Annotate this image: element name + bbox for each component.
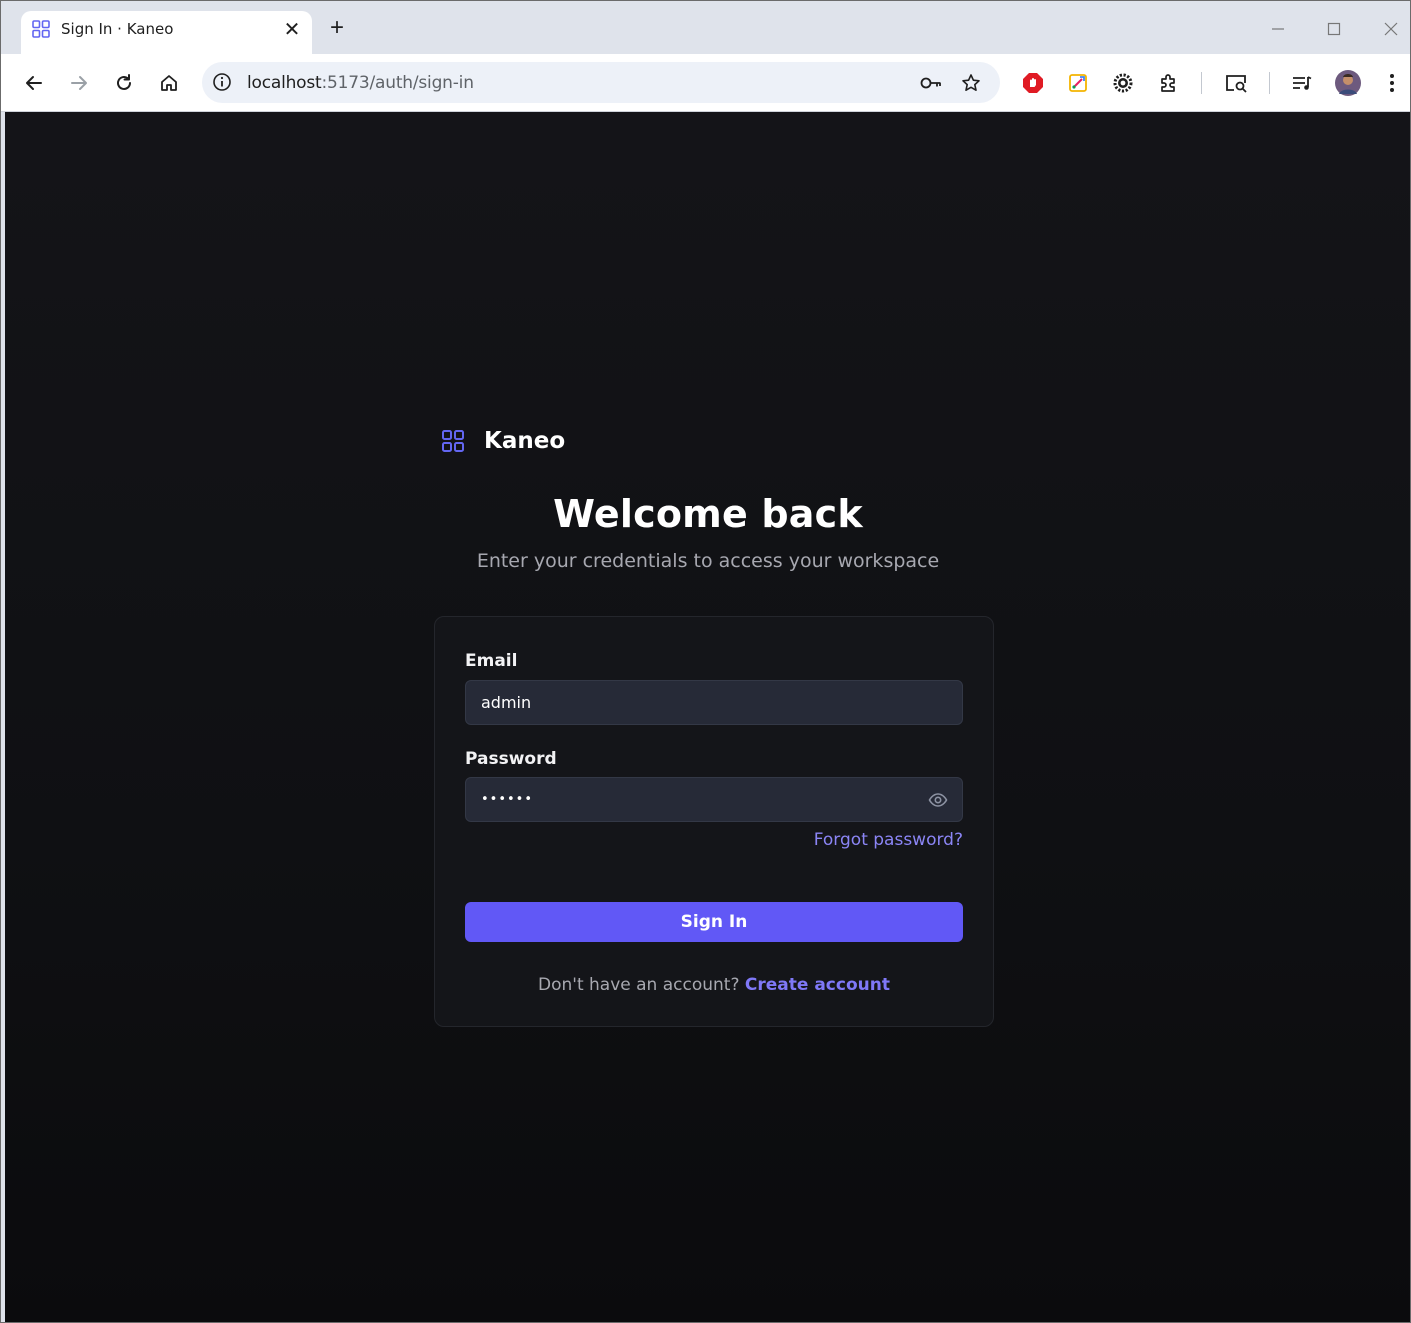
password-label: Password	[465, 749, 557, 769]
url-text[interactable]: localhost:5173/auth/sign-in	[247, 73, 474, 93]
browser-tab[interactable]: Sign In · Kaneo ✕	[21, 11, 312, 54]
url-path: :5173/auth/sign-in	[321, 73, 474, 93]
extensions-puzzle-icon[interactable]	[1156, 70, 1182, 96]
url-host: localhost	[247, 73, 322, 93]
toolbar-separator	[1269, 72, 1270, 94]
brand: Kaneo	[442, 428, 565, 454]
bookmark-star-icon[interactable]	[958, 70, 984, 96]
tab-title: Sign In · Kaneo	[61, 20, 174, 38]
password-field[interactable]: ••••••	[465, 777, 963, 822]
grid-icon	[442, 430, 464, 452]
back-icon[interactable]	[21, 70, 47, 96]
forgot-password-link[interactable]: Forgot password?	[814, 830, 963, 850]
new-tab-button[interactable]: +	[325, 14, 349, 41]
color-picker-extension-icon[interactable]	[1065, 70, 1091, 96]
address-bar[interactable]: localhost:5173/auth/sign-in	[202, 62, 1000, 103]
avatar[interactable]	[1334, 69, 1362, 97]
menu-dots-icon[interactable]	[1379, 70, 1405, 96]
home-icon[interactable]	[156, 70, 182, 96]
grid-icon	[32, 20, 50, 38]
password-value: ••••••	[481, 792, 534, 807]
key-icon[interactable]	[918, 70, 944, 96]
tab-strip: Sign In · Kaneo ✕ +	[1, 1, 1410, 54]
maximize-icon[interactable]	[1319, 15, 1349, 43]
browser-toolbar: localhost:5173/auth/sign-in	[1, 54, 1410, 112]
close-tab-icon[interactable]: ✕	[281, 18, 303, 41]
sign-in-button[interactable]: Sign In	[465, 902, 963, 942]
email-field[interactable]: admin	[465, 680, 963, 725]
adblock-extension-icon[interactable]	[1020, 70, 1046, 96]
page-content: Kaneo Welcome back Enter your credential…	[5, 112, 1410, 1322]
media-controls-icon[interactable]	[1289, 70, 1315, 96]
no-account-text: Don't have an account?	[538, 975, 740, 995]
close-window-icon[interactable]	[1376, 15, 1406, 43]
email-value: admin	[481, 693, 532, 712]
brand-name: Kaneo	[484, 428, 566, 454]
create-account-prompt: Don't have an account? Create account	[435, 975, 993, 995]
page-title: Welcome back	[553, 492, 863, 536]
toolbar-separator	[1201, 72, 1202, 94]
browser-window: Sign In · Kaneo ✕ + localhost:5173/auth/…	[0, 0, 1411, 1323]
forward-icon[interactable]	[66, 70, 92, 96]
site-info-icon[interactable]	[212, 72, 232, 92]
minimize-icon[interactable]	[1263, 15, 1293, 43]
search-tab-icon[interactable]	[1223, 70, 1249, 96]
show-password-icon[interactable]	[928, 790, 948, 810]
sign-in-card: Email admin Password •••••• Forgot passw…	[434, 616, 994, 1027]
reload-icon[interactable]	[111, 70, 137, 96]
gear-extension-icon[interactable]	[1110, 70, 1136, 96]
email-label: Email	[465, 651, 518, 671]
page-subtitle: Enter your credentials to access your wo…	[476, 550, 940, 572]
create-account-link[interactable]: Create account	[745, 975, 890, 995]
